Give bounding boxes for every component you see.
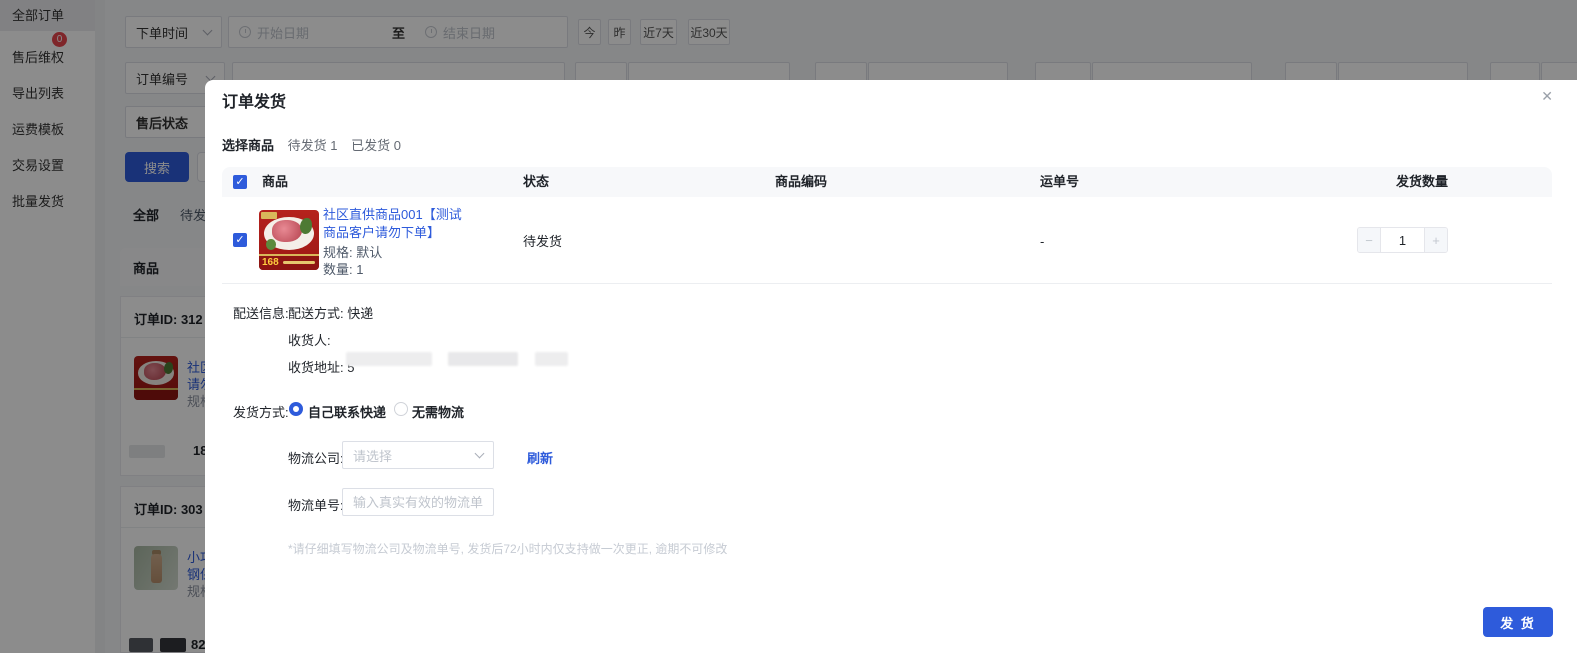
- logistics-company-placeholder: 请选择: [353, 446, 392, 465]
- shipped-count: 已发货 0: [351, 138, 401, 153]
- order-management-screen: 全部订单 0 售后维权 导出列表 运费模板 交易设置 批量发货 下单时间: [0, 0, 1577, 653]
- price-band: 168: [259, 254, 319, 270]
- qty-decrease-button[interactable]: −: [1358, 228, 1381, 252]
- table-header: ✓ 商品 状态 商品编码 运单号 发货数量: [222, 167, 1552, 197]
- plus-icon: +: [1432, 233, 1440, 248]
- delivery-method: 配送方式: 快递: [288, 303, 373, 322]
- ship-product-table: ✓ 商品 状态 商品编码 运单号 发货数量 ✓ 168: [222, 167, 1552, 284]
- receiver-label: 收货人:: [288, 330, 331, 349]
- logistics-company-label: 物流公司:: [288, 448, 344, 467]
- tracking-no-input[interactable]: [353, 495, 483, 510]
- check-icon: ✓: [235, 176, 244, 188]
- product-name-line2: 商品客户请勿下单】: [323, 224, 462, 242]
- waybill-value: -: [1040, 227, 1044, 257]
- modal-title: 订单发货: [222, 88, 286, 112]
- col-status: 状态: [523, 167, 549, 197]
- product-image: 168: [259, 210, 319, 270]
- ship-submit-button[interactable]: 发 货: [1483, 607, 1553, 637]
- redacted-address-block: [346, 352, 432, 366]
- qty-increase-button[interactable]: +: [1424, 228, 1447, 252]
- order-ship-modal: 订单发货 ✕ 选择商品 待发货 1 已发货 0 ✓ 商品 状态 商品编码 运单号…: [205, 80, 1577, 653]
- col-waybill: 运单号: [1040, 167, 1079, 197]
- product-name-line1: 社区直供商品001【测试: [323, 206, 462, 224]
- leaf-shape: [266, 239, 276, 250]
- product-name-link[interactable]: 社区直供商品001【测试 商品客户请勿下单】: [323, 206, 462, 242]
- tag-shape: [261, 212, 277, 219]
- price-tag: 168: [262, 257, 279, 268]
- close-icon[interactable]: ✕: [1541, 87, 1553, 105]
- refresh-link[interactable]: 刷新: [527, 448, 553, 467]
- minus-icon: −: [1365, 233, 1373, 248]
- redacted-address-block: [448, 352, 518, 366]
- col-ship-qty: 发货数量: [1396, 167, 1448, 197]
- decor-line: [283, 261, 315, 264]
- tracking-no-label: 物流单号:: [288, 495, 344, 514]
- address-label: 收货地址: 5: [288, 357, 354, 376]
- select-product-row: 选择商品 待发货 1 已发货 0: [222, 135, 401, 154]
- logistics-company-select[interactable]: 请选择: [342, 441, 494, 469]
- pending-count: 待发货 1: [288, 138, 338, 153]
- radio-no-logistics-label[interactable]: 无需物流: [412, 402, 464, 421]
- ship-submit-label: 发 货: [1500, 613, 1536, 632]
- radio-self-contact-label[interactable]: 自己联系快递: [308, 402, 386, 421]
- select-all-checkbox[interactable]: ✓: [233, 175, 247, 189]
- delivery-info-label: 配送信息:: [233, 303, 289, 322]
- radio-no-logistics[interactable]: [394, 402, 408, 416]
- ship-qty-stepper: − +: [1357, 227, 1448, 253]
- col-product: 商品: [262, 167, 288, 197]
- leaf-shape: [300, 218, 312, 234]
- row-checkbox[interactable]: ✓: [233, 233, 247, 247]
- qty-input[interactable]: [1381, 228, 1424, 252]
- chevron-down-icon: [475, 449, 485, 459]
- radio-self-contact[interactable]: [289, 402, 303, 416]
- tracking-no-field: [342, 488, 494, 516]
- status-value: 待发货: [523, 227, 562, 257]
- ship-note: *请仔细填写物流公司及物流单号, 发货后72小时内仅支持做一次更正, 逾期不可修…: [288, 540, 727, 557]
- ship-method-label: 发货方式:: [233, 402, 289, 421]
- redacted-address-block: [535, 352, 568, 366]
- check-icon: ✓: [235, 234, 244, 246]
- col-product-code: 商品编码: [775, 167, 827, 197]
- table-row: ✓ 168 社区直供商品001【测试 商品客户请勿下单】 规格: 默: [222, 197, 1552, 284]
- select-product-label: 选择商品: [222, 138, 274, 153]
- product-qty: 数量: 1: [323, 259, 363, 278]
